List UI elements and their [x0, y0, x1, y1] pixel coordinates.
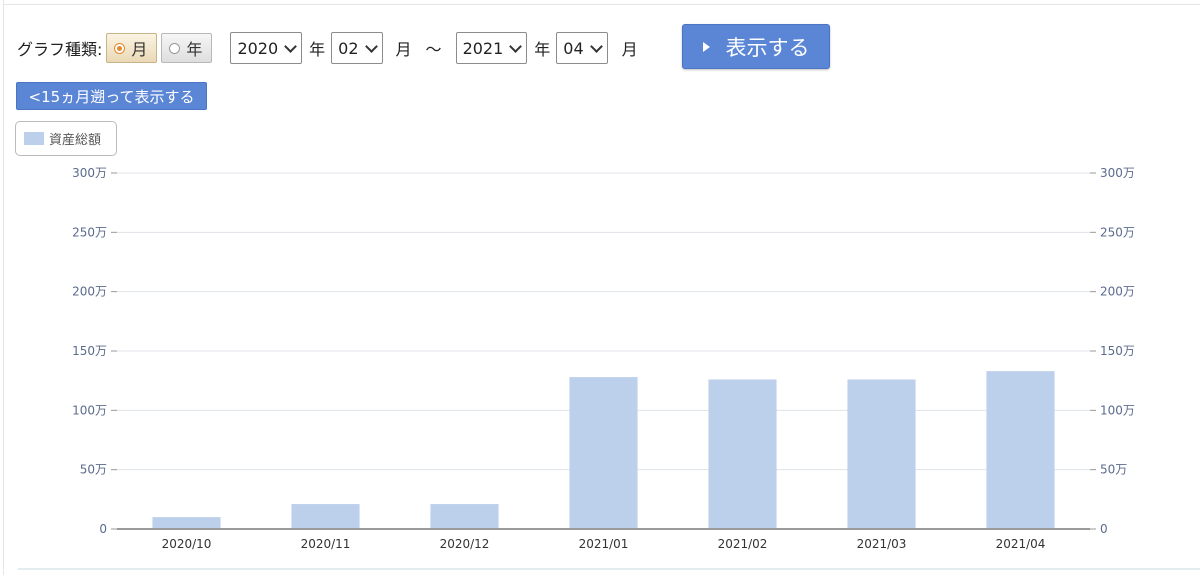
frame-bottom-border	[18, 568, 1200, 570]
y-tick-label-right: 200万	[1100, 285, 1135, 299]
y-tick-label-right: 0	[1100, 522, 1108, 536]
bar	[569, 377, 638, 529]
bar	[152, 517, 221, 529]
y-tick-label-left: 50万	[80, 463, 107, 477]
x-tick-label: 2020/10	[162, 537, 212, 551]
y-tick-label-left: 0	[99, 522, 107, 536]
bar	[291, 504, 360, 529]
y-tick-label-left: 100万	[72, 403, 107, 417]
x-tick-label: 2021/01	[579, 537, 629, 551]
x-tick-label: 2020/11	[301, 537, 351, 551]
y-tick-label-right: 150万	[1100, 344, 1135, 358]
y-tick-label-left: 200万	[72, 285, 107, 299]
y-tick-label-right: 250万	[1100, 225, 1135, 239]
bar	[708, 379, 777, 529]
x-tick-label: 2021/04	[996, 537, 1046, 551]
asset-bar-chart: 0 0 50万 50万 100万 100万 150万 150万 200万 200万 250万 250万…	[72, 166, 1135, 551]
x-tick-label: 2021/02	[718, 537, 768, 551]
x-tick-label: 2021/03	[857, 537, 907, 551]
y-tick-label-left: 250万	[72, 225, 107, 239]
bar	[986, 371, 1055, 529]
y-tick-label-left: 300万	[72, 166, 107, 180]
bar	[430, 504, 499, 529]
x-tick-label: 2020/12	[440, 537, 490, 551]
y-tick-label-right: 50万	[1100, 463, 1127, 477]
y-tick-label-right: 100万	[1100, 403, 1135, 417]
y-tick-label-left: 150万	[72, 344, 107, 358]
y-tick-label-right: 300万	[1100, 166, 1135, 180]
bar	[847, 379, 916, 529]
